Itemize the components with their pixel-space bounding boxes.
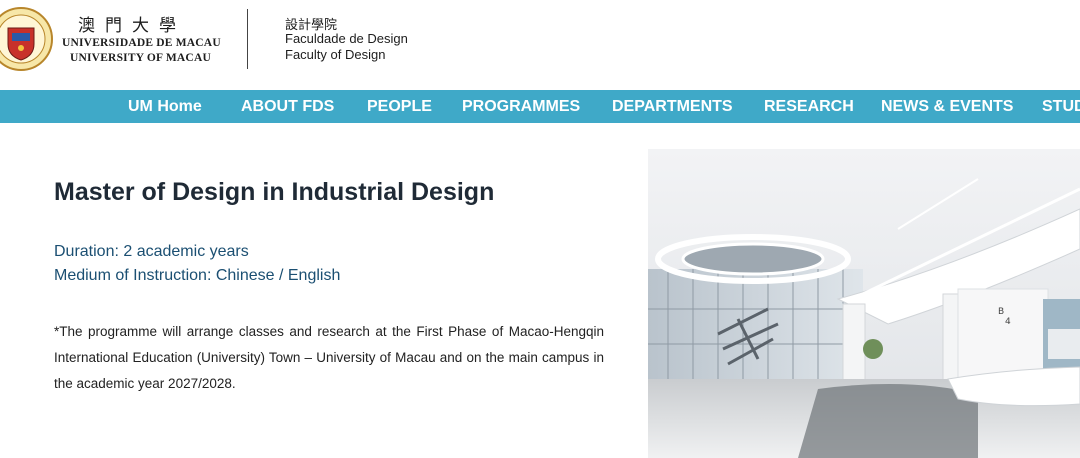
nav-departments[interactable]: DEPARTMENTS <box>612 90 733 123</box>
site-header: 澳門大學 UNIVERSIDADE DE MACAU UNIVERSITY OF… <box>0 0 1080 90</box>
medium-of-instruction-text: Medium of Instruction: Chinese / English <box>54 267 341 284</box>
nav-um-home[interactable]: UM Home <box>128 90 202 123</box>
page-title: Master of Design in Industrial Design <box>54 178 495 206</box>
faculty-name-portuguese: Faculdade de Design <box>285 31 408 46</box>
main-navigation: UM Home ABOUT FDS PEOPLE PROGRAMMES DEPA… <box>0 90 1080 123</box>
university-name-chinese: 澳門大學 <box>78 16 186 36</box>
university-name-portuguese: UNIVERSIDADE DE MACAU <box>62 37 221 49</box>
nav-programmes[interactable]: PROGRAMMES <box>462 90 580 123</box>
svg-text:4: 4 <box>1005 317 1011 327</box>
wall-sign-text: B <box>998 307 1004 317</box>
nav-people[interactable]: PEOPLE <box>367 90 432 123</box>
header-divider <box>247 9 248 69</box>
nav-research[interactable]: RESEARCH <box>764 90 854 123</box>
duration-text: Duration: 2 academic years <box>54 243 249 260</box>
programme-note: *The programme will arrange classes and … <box>54 324 604 391</box>
nav-about-fds[interactable]: ABOUT FDS <box>241 90 334 123</box>
nav-students[interactable]: STUD <box>1042 90 1080 123</box>
nav-news-events[interactable]: NEWS & EVENTS <box>881 90 1013 123</box>
university-name-english: UNIVERSITY OF MACAU <box>70 52 211 64</box>
campus-interior-image: B 4 <box>648 149 1080 458</box>
university-crest-icon[interactable] <box>0 6 56 72</box>
faculty-name-english: Faculty of Design <box>285 47 386 62</box>
